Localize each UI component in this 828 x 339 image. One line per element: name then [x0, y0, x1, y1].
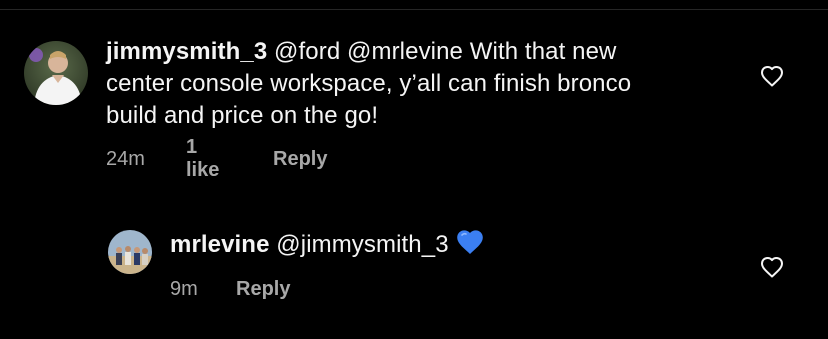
reply-button[interactable]: Reply — [236, 278, 290, 301]
like-comment-button[interactable] — [760, 256, 784, 278]
comment-text: @ford @mrlevine With that new — [267, 38, 617, 65]
avatar-photo — [24, 41, 88, 105]
heart-outline-icon — [761, 257, 783, 278]
comment-text-line-2: center console workspace, y’all can fini… — [106, 70, 632, 97]
like-comment-button[interactable] — [760, 65, 784, 87]
avatar-mrlevine[interactable] — [108, 230, 152, 274]
avatar-jimmysmith[interactable] — [24, 41, 88, 105]
comment-text: @jimmysmith_3 — [269, 231, 449, 258]
comment-text-line-3: build and price on the go! — [106, 102, 379, 129]
top-divider — [0, 9, 828, 10]
comment-timestamp: 9m — [170, 277, 198, 300]
reply-button[interactable]: Reply — [273, 148, 327, 171]
heart-outline-icon — [761, 66, 783, 87]
blue-heart-emoji — [455, 228, 485, 265]
comment-username[interactable]: mrlevine — [170, 231, 270, 258]
likes-count-link[interactable]: 1 like — [186, 136, 219, 182]
avatar-photo — [108, 230, 152, 274]
comment-timestamp: 24m — [106, 147, 145, 170]
comment-username[interactable]: jimmysmith_3 — [106, 38, 267, 65]
